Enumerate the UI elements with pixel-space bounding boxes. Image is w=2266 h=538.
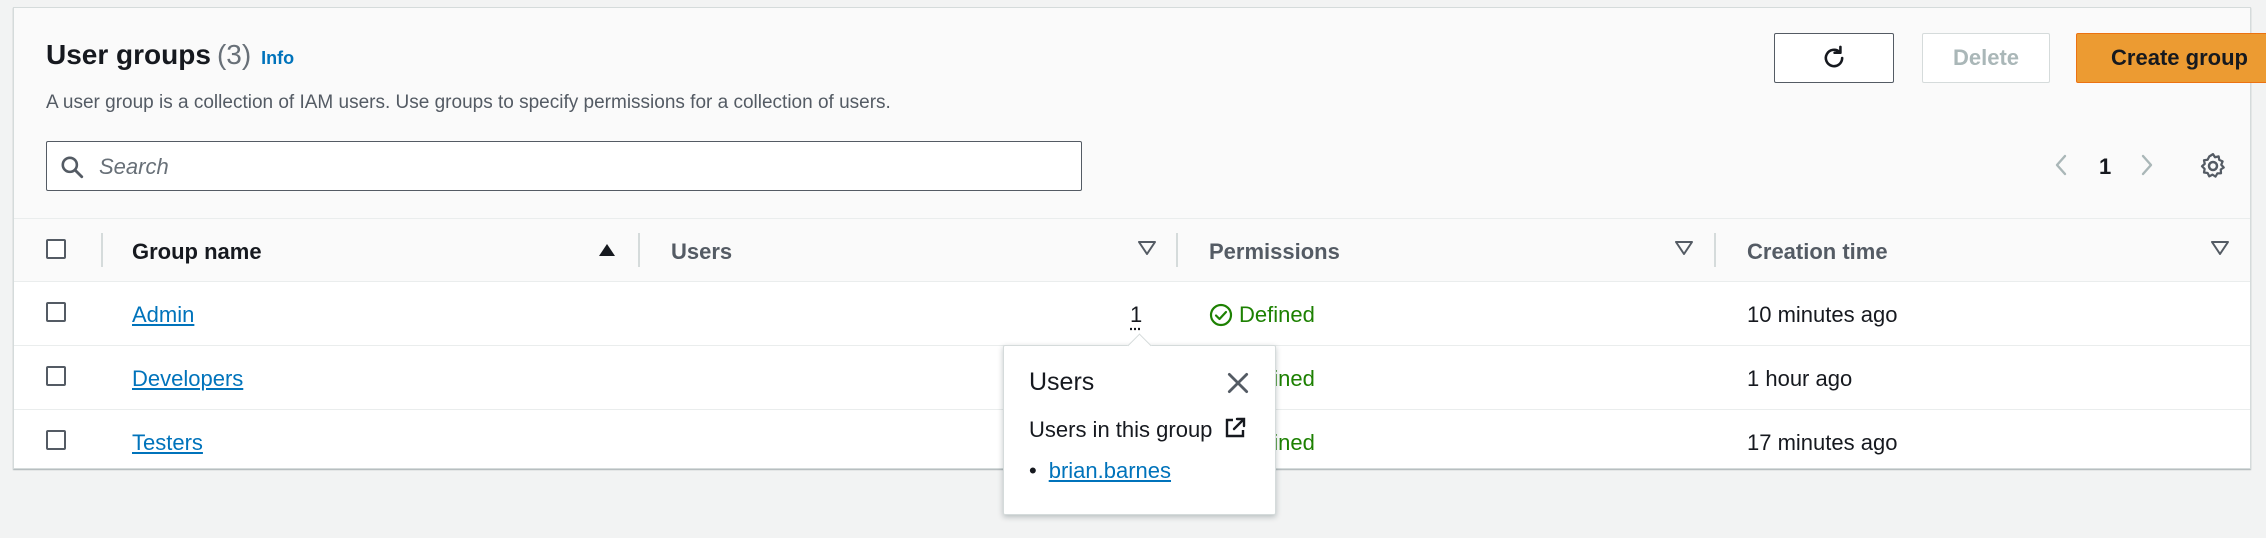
row-checkbox[interactable] <box>46 302 66 322</box>
permissions-label: Defined <box>1239 302 1315 327</box>
next-page-button[interactable] <box>2134 151 2158 185</box>
select-all-checkbox[interactable] <box>46 239 66 259</box>
group-name-link[interactable]: Developers <box>132 366 243 392</box>
gear-icon <box>2200 153 2225 178</box>
column-divider <box>1714 233 1716 267</box>
user-link[interactable]: brian.barnes <box>1049 458 1171 483</box>
external-link-icon <box>1225 417 1245 438</box>
close-icon <box>1227 372 1249 394</box>
column-header-group-name[interactable]: Group name <box>132 239 262 265</box>
sort-icon[interactable] <box>1675 241 1693 255</box>
column-header-users[interactable]: Users <box>671 239 732 265</box>
chevron-left-icon <box>2055 154 2067 176</box>
popover-user-list: brian.barnes <box>1029 458 1171 484</box>
group-count: (3) <box>216 39 252 70</box>
chevron-right-icon <box>2141 154 2153 176</box>
column-divider <box>1176 233 1178 267</box>
panel-header: User groups (3) Info A user group is a col… <box>14 8 2266 219</box>
info-link[interactable]: Info <box>261 48 294 68</box>
title-text: User groups <box>46 39 211 70</box>
check-circle-icon <box>1209 303 1233 327</box>
creation-time: 10 minutes ago <box>1747 302 1898 327</box>
table-header: Group name Users Permissions Creation ti… <box>14 219 2250 282</box>
users-popover: Users Users in this group brian.barnes <box>1003 333 1276 515</box>
list-item: brian.barnes <box>1029 458 1171 484</box>
previous-page-button[interactable] <box>2050 151 2074 185</box>
popover-title: Users <box>1029 368 1095 396</box>
users-count[interactable]: 1 <box>1130 302 1142 328</box>
delete-button[interactable]: Delete <box>1922 33 2050 83</box>
refresh-icon <box>1824 45 1844 68</box>
current-page[interactable]: 1 <box>2099 154 2111 180</box>
column-header-permissions[interactable]: Permissions <box>1209 239 1340 265</box>
creation-time: 17 minutes ago <box>1747 430 1898 455</box>
group-name-link[interactable]: Testers <box>132 430 203 456</box>
sort-icon[interactable] <box>1138 241 1156 255</box>
table-row[interactable]: Admin 1 Defined 10 minutes ago <box>14 282 2250 346</box>
page-title: User groups (3) Info <box>46 39 294 71</box>
close-popover-button[interactable] <box>1225 370 1251 401</box>
refresh-button[interactable] <box>1774 33 1894 83</box>
column-header-creation-time[interactable]: Creation time <box>1747 239 1888 265</box>
creation-time: 1 hour ago <box>1747 366 1853 391</box>
table-settings-button[interactable] <box>2198 151 2228 186</box>
create-group-button[interactable]: Create group <box>2076 33 2266 83</box>
group-name-link[interactable]: Admin <box>132 302 194 328</box>
permissions-status: Defined <box>1209 302 1315 328</box>
sort-ascending-icon[interactable] <box>598 243 616 257</box>
page-description: A user group is a collection of IAM user… <box>46 92 891 113</box>
row-checkbox[interactable] <box>46 430 66 450</box>
column-divider <box>638 233 640 267</box>
row-checkbox[interactable] <box>46 366 66 386</box>
search-field[interactable] <box>46 141 1082 191</box>
column-divider <box>101 233 103 267</box>
popover-subtitle: Users in this group <box>1029 417 1213 442</box>
sort-icon[interactable] <box>2211 241 2229 255</box>
users-in-group-link[interactable]: Users in this group <box>1029 416 1247 443</box>
search-input[interactable] <box>97 150 1061 184</box>
search-icon <box>61 156 84 179</box>
